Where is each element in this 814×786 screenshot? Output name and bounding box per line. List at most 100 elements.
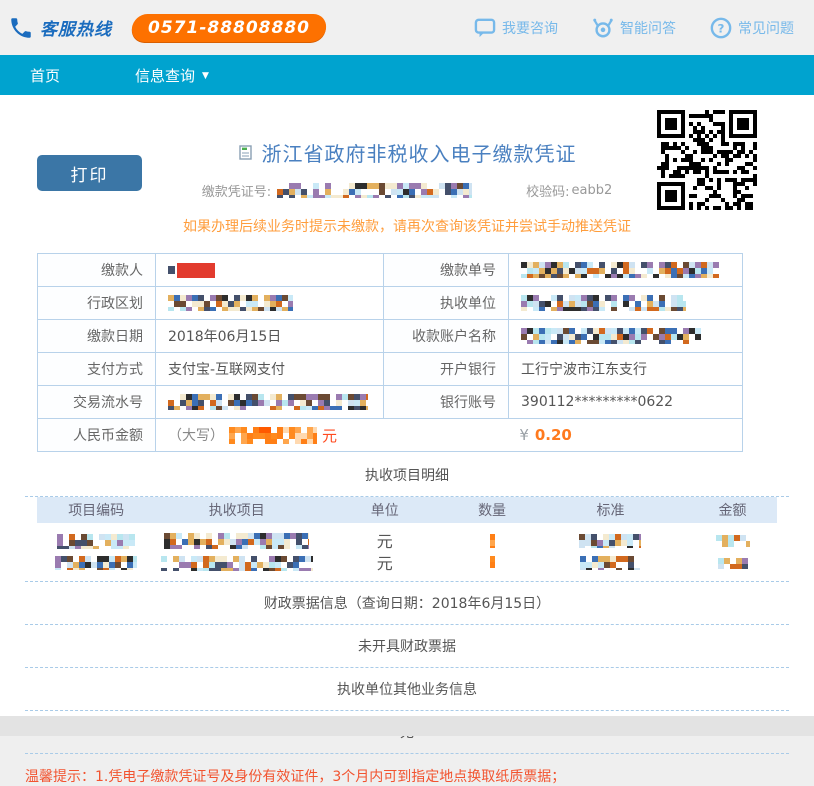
currency-symbol: ¥ [519,426,529,444]
hotline-number-badge: 0571-88808880 [131,14,328,42]
faq-link[interactable]: ? 常见问题 [710,17,794,39]
item-amount-redacted [688,553,777,572]
col-amount: 金额 [688,500,777,520]
transaction-no-label: 交易流水号 [38,386,156,419]
voucher-no-redacted [277,183,472,198]
bank-name-label: 开户银行 [384,353,509,386]
col-standard: 标准 [533,500,688,520]
amount-unit: 元 [322,425,337,446]
hotline-label: 客服热线 [40,15,112,40]
amount-in-figures: ¥ 0.20 [519,426,578,444]
print-button[interactable]: 打印 [37,155,142,191]
payment-date-value: 2018年06月15日 [156,320,384,353]
smart-qa-link-label: 智能问答 [620,18,676,38]
item-name-redacted [155,531,318,550]
table-row: 行政区划 执收单位 [38,287,743,320]
hotline-number: 0571-88808880 [148,18,310,38]
nav-item-info-query[interactable]: 信息查询 ▼ [135,65,209,86]
items-row: 元 [37,551,777,573]
admin-division-value [156,287,384,320]
push-warning-text: 如果办理后续业务时提示未缴款，请再次查询该凭证并尝试手动推送凭证 [0,216,814,236]
top-header: 客服热线 0571-88808880 我要咨询 智能问答 ? [0,0,814,55]
mosaic-block [716,535,750,547]
question-circle-icon: ? [710,17,732,39]
mosaic-block [490,556,495,570]
payment-no-redacted [521,262,719,278]
mosaic-block [161,556,313,571]
table-row: 交易流水号 银行账号 390112*********0622 [38,386,743,419]
payer-value [156,254,384,287]
collecting-unit-label: 执收单位 [384,287,509,320]
smart-qa-link[interactable]: 智能问答 [592,17,676,39]
nav-item-home[interactable]: 首页 [30,65,60,86]
checksum-value: eabb2 [572,183,613,198]
redaction-mark [168,266,175,274]
item-amount-redacted [688,531,777,550]
collecting-unit-redacted [521,295,686,311]
amount-words-redacted [229,427,317,444]
table-row: 缴款日期 2018年06月15日 收款账户名称 [38,320,743,353]
payment-no-value [509,254,743,287]
qr-code [657,110,757,210]
bank-account-label: 银行账号 [384,386,509,419]
mosaic-block [55,556,137,570]
invoice-status-line: 未开具财政票据 [0,625,814,667]
col-item-code: 项目编码 [37,500,155,520]
table-row: 支付方式 支付宝-互联网支付 开户银行 工行宁波市江东支行 [38,353,743,386]
table-row: 人民币金额 （大写） 元 ¥ 0.20 [38,419,743,452]
faq-link-label: 常见问题 [738,18,794,38]
svg-text:?: ? [718,21,725,35]
nav-home-label: 首页 [30,65,60,86]
items-row: 元 [37,529,777,551]
bank-name-value: 工行宁波市江东支行 [509,353,743,386]
transaction-no-value [156,386,384,419]
consult-link-label: 我要咨询 [502,18,558,38]
warm-tip-text: 温馨提示：1.凭电子缴款凭证号及身份有效证件，3个月内可到指定地点换取纸质票据； [0,754,814,786]
payment-method-label: 支付方式 [38,353,156,386]
chevron-down-icon: ▼ [202,71,209,81]
other-info-title-line: 执收单位其他业务信息 [0,668,814,710]
mosaic-block [490,534,495,548]
item-code-redacted [37,531,155,550]
voucher-no-label: 缴款凭证号: [202,181,271,200]
item-code-redacted [37,553,155,572]
items-table-header: 项目编码 执收项目 单位 数量 标准 金额 [37,497,777,523]
payment-details-table: 缴款人 缴款单号 行政区划 执收单位 缴款日期 2018年06月15日 收款账户… [37,253,743,452]
item-qty-redacted [451,531,532,550]
col-item-name: 执收项目 [155,500,318,520]
mosaic-block [580,556,640,570]
mosaic-block [164,533,309,549]
print-doc-icon [238,145,254,161]
items-section-title: 执收项目明细 [0,452,814,496]
item-standard-redacted [533,553,688,572]
checksum-label: 校验码: [526,181,569,200]
main-nav: 首页 信息查询 ▼ [0,55,814,95]
item-unit: 元 [318,550,451,574]
rmb-amount-label: 人民币金额 [38,419,156,452]
item-standard-redacted [533,531,688,550]
footer-strip [0,716,814,736]
item-unit: 元 [318,528,451,552]
consult-link[interactable]: 我要咨询 [474,18,558,38]
admin-division-redacted [168,295,293,311]
bank-account-value: 390112*********0622 [509,386,743,419]
mosaic-block [579,534,641,548]
amount-value: 0.20 [533,426,574,444]
chat-bubble-icon [474,18,496,38]
payer-label: 缴款人 [38,254,156,287]
payer-redacted [177,263,215,278]
receiver-account-value [509,320,743,353]
mosaic-block [57,534,135,549]
amount-value-redacted: 0.20 [533,426,579,444]
receiver-account-redacted [521,328,701,344]
amount-words-prefix: （大写） [168,425,224,445]
payment-date-label: 缴款日期 [38,320,156,353]
invoice-info-line: 财政票据信息（查询日期：2018年6月15日） [0,582,814,624]
transaction-no-redacted [168,394,368,410]
nav-info-query-label: 信息查询 [135,65,195,86]
item-qty-redacted [451,553,532,572]
receiver-account-label: 收款账户名称 [384,320,509,353]
hotline: 客服热线 0571-88808880 [8,14,326,42]
amount-in-words: （大写） 元 [168,425,337,446]
header-links: 我要咨询 智能问答 ? 常见问题 [474,17,794,39]
